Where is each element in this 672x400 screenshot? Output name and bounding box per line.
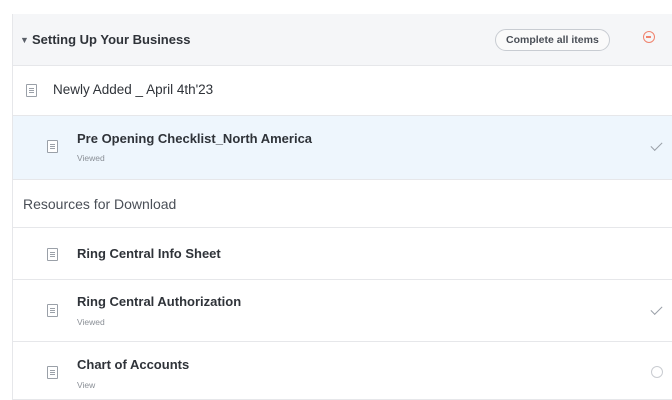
document-icon	[47, 140, 58, 153]
document-icon	[47, 248, 58, 261]
check-icon	[650, 302, 663, 316]
section-title: Setting Up Your Business	[32, 32, 191, 47]
list-item[interactable]: Newly Added _ April 4th'23	[13, 66, 672, 116]
collapse-circle-icon[interactable]	[643, 31, 655, 43]
document-icon	[47, 304, 58, 317]
list-item[interactable]: Ring Central Authorization Viewed	[13, 280, 672, 342]
section-header[interactable]: ▼ Setting Up Your Business Complete all …	[13, 14, 672, 66]
item-title: Pre Opening Checklist_North America	[77, 131, 313, 146]
item-status: View	[77, 380, 96, 390]
item-status: Viewed	[77, 153, 105, 163]
complete-all-items-button[interactable]: Complete all items	[495, 29, 610, 51]
item-title: Chart of Accounts	[77, 357, 190, 372]
course-content-panel: ▼ Setting Up Your Business Complete all …	[12, 14, 672, 400]
resources-header: Resources for Download	[13, 180, 672, 228]
empty-circle-icon[interactable]	[651, 366, 663, 378]
list-item-selected[interactable]: Pre Opening Checklist_North America View…	[13, 116, 672, 180]
item-title: Newly Added _ April 4th'23	[53, 82, 214, 97]
item-status: Viewed	[77, 317, 105, 327]
list-item[interactable]: Chart of Accounts View	[13, 342, 672, 400]
document-icon	[47, 366, 58, 379]
caret-down-icon[interactable]: ▼	[20, 35, 32, 45]
resources-title: Resources for Download	[23, 195, 177, 212]
item-title: Ring Central Authorization	[77, 294, 242, 309]
list-item[interactable]: Ring Central Info Sheet	[13, 228, 672, 280]
item-title: Ring Central Info Sheet	[77, 246, 221, 261]
document-icon	[26, 84, 37, 97]
check-icon	[650, 138, 663, 152]
